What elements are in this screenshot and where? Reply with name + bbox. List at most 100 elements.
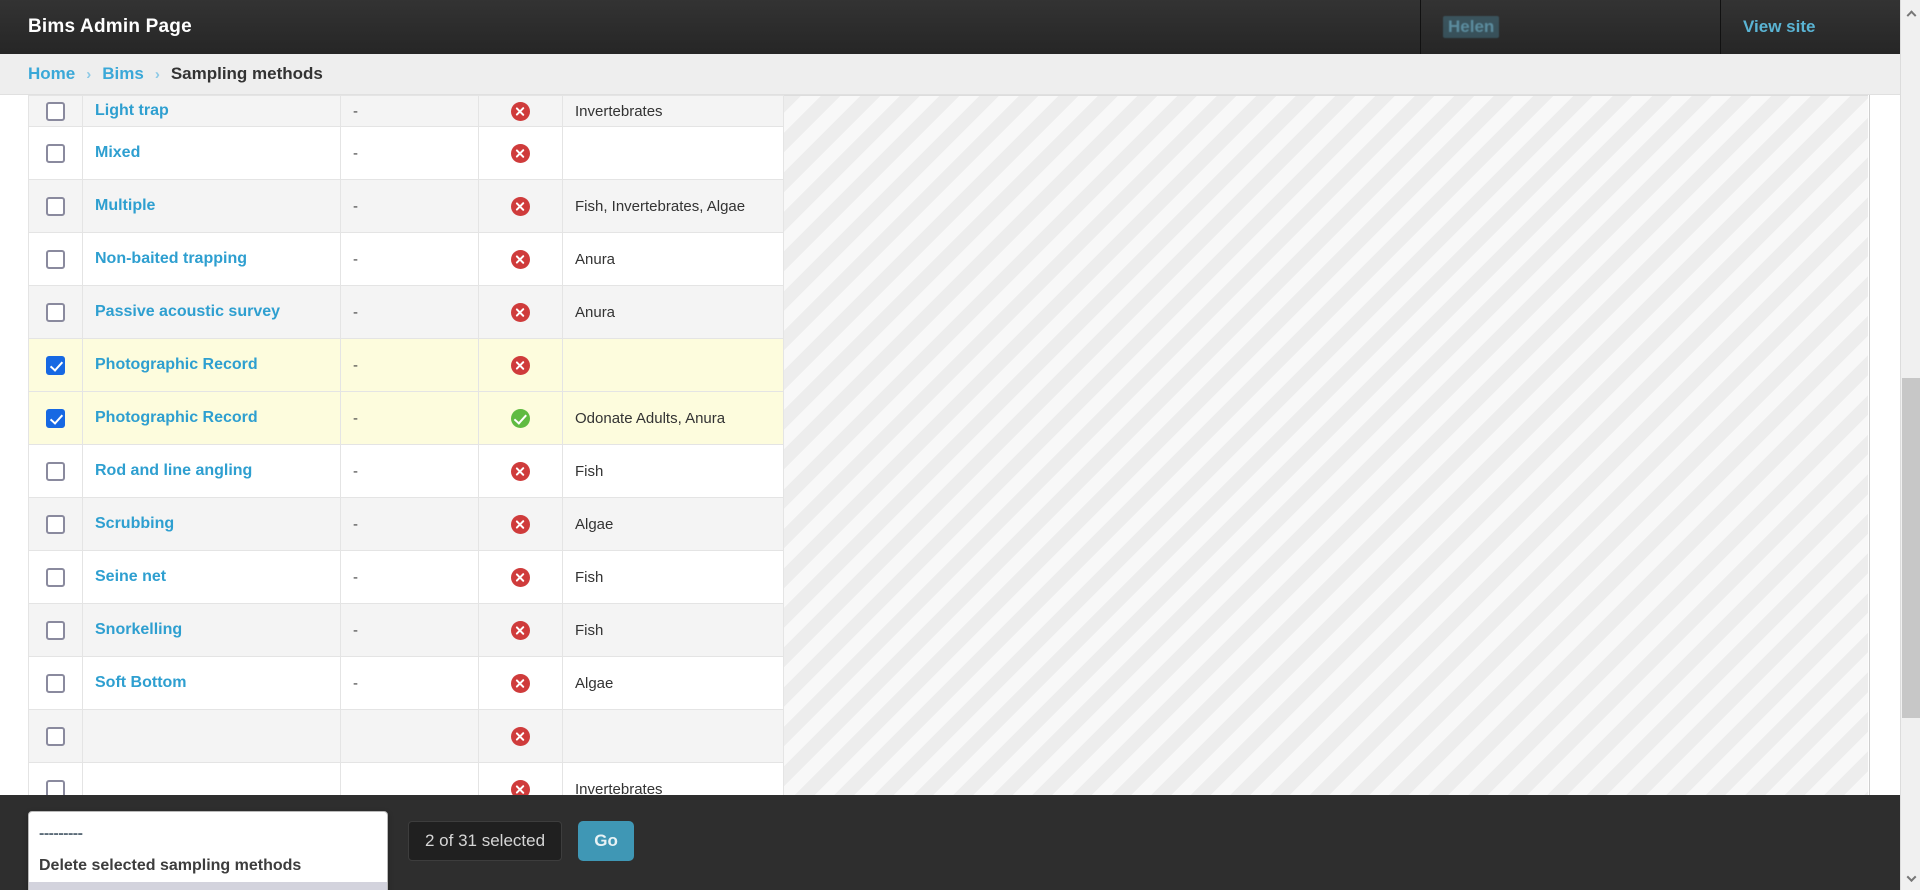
method-name-cell: Photographic Record (82, 391, 341, 445)
go-button[interactable]: Go (578, 821, 635, 861)
method-name-link[interactable]: Rod and line angling (95, 462, 252, 479)
row-select-cell (28, 444, 83, 498)
top-header-bar: Bims Admin Page Helen View site (0, 0, 1900, 54)
user-menu[interactable]: Helen (1420, 0, 1720, 54)
results-table-wrapper: Light trap - Invertebrates Mixed - Multiple - F… (28, 95, 784, 816)
row-checkbox[interactable] (46, 249, 65, 269)
method-dash-cell: - (340, 338, 479, 392)
table-row: Scrubbing - Algae (28, 497, 784, 551)
taxa-cell: Fish (562, 444, 784, 498)
row-checkbox[interactable] (46, 567, 65, 587)
action-dropdown-option[interactable]: --------- (29, 818, 387, 850)
method-name-link[interactable]: Seine net (95, 568, 166, 585)
chevron-right-icon: › (154, 65, 160, 83)
method-name-cell: Multiple (82, 179, 341, 233)
breadcrumb-bims[interactable]: Bims (102, 64, 144, 84)
method-name-cell: Passive acoustic survey (82, 285, 341, 339)
sampling-methods-table: Light trap - Invertebrates Mixed - Multiple - F… (28, 95, 784, 816)
method-name-cell: Light trap (82, 95, 341, 127)
method-name-link[interactable]: Non-baited trapping (95, 250, 247, 267)
row-checkbox[interactable] (46, 196, 65, 216)
main-content: Light trap - Invertebrates Mixed - Multiple - F… (0, 95, 1900, 890)
table-row (28, 709, 784, 763)
row-select-cell (28, 497, 83, 551)
method-name-link[interactable]: Snorkelling (95, 621, 182, 638)
method-dash-cell: - (340, 232, 479, 286)
table-row: Photographic Record - Odonate Adults, Anur… (28, 391, 784, 445)
scroll-up-arrow-icon[interactable] (1901, 2, 1920, 22)
method-dash-cell: - (340, 656, 479, 710)
row-select-cell (28, 95, 83, 127)
status-cell (478, 497, 563, 551)
row-checkbox[interactable] (46, 302, 65, 322)
striped-placeholder-area (783, 95, 1868, 890)
cross-circle-icon (511, 249, 530, 269)
table-row: Snorkelling - Fish (28, 603, 784, 657)
status-cell (478, 126, 563, 180)
status-cell (478, 95, 563, 127)
status-cell (478, 656, 563, 710)
table-row: Mixed - (28, 126, 784, 180)
method-dash-cell: - (340, 444, 479, 498)
row-select-cell (28, 232, 83, 286)
table-row: Rod and line angling - Fish (28, 444, 784, 498)
row-checkbox[interactable] (46, 726, 65, 746)
method-name-cell: Seine net (82, 550, 341, 604)
taxa-cell: Algae (562, 497, 784, 551)
status-cell (478, 391, 563, 445)
row-checkbox[interactable] (46, 620, 65, 640)
method-name-link[interactable]: Photographic Record (95, 356, 258, 373)
taxa-cell (562, 126, 784, 180)
method-dash-cell: - (340, 550, 479, 604)
method-name-link[interactable]: Scrubbing (95, 515, 174, 532)
row-checkbox-checked[interactable] (46, 355, 65, 375)
method-name-link[interactable]: Mixed (95, 144, 140, 161)
method-dash-cell: - (340, 179, 479, 233)
row-checkbox[interactable] (46, 673, 65, 693)
cross-circle-icon (511, 461, 530, 481)
status-cell (478, 232, 563, 286)
row-checkbox[interactable] (46, 514, 65, 534)
table-row: Passive acoustic survey - Anura (28, 285, 784, 339)
method-name-link[interactable]: Multiple (95, 197, 155, 214)
method-dash-cell (340, 709, 479, 763)
row-select-cell (28, 656, 83, 710)
cross-circle-icon (511, 673, 530, 693)
method-name-link[interactable]: Passive acoustic survey (95, 303, 280, 320)
method-dash-cell: - (340, 603, 479, 657)
method-name-link[interactable]: Light trap (95, 102, 169, 119)
status-cell (478, 444, 563, 498)
breadcrumb-home[interactable]: Home (28, 64, 75, 84)
check-circle-icon (511, 408, 530, 428)
taxa-cell: Anura (562, 285, 784, 339)
row-checkbox-checked[interactable] (46, 408, 65, 428)
table-row: Non-baited trapping - Anura (28, 232, 784, 286)
action-dropdown-list[interactable]: --------- Delete selected sampling method… (28, 811, 388, 890)
method-dash-cell: - (340, 497, 479, 551)
method-name-cell: Photographic Record (82, 338, 341, 392)
cross-circle-icon (511, 101, 530, 121)
row-select-cell (28, 709, 83, 763)
method-name-link[interactable]: Soft Bottom (95, 674, 187, 691)
view-site-link[interactable]: View site (1720, 0, 1900, 54)
row-select-cell (28, 550, 83, 604)
vertical-scrollbar[interactable] (1900, 0, 1920, 890)
row-checkbox[interactable] (46, 101, 65, 121)
status-cell (478, 550, 563, 604)
chevron-right-icon: › (86, 65, 92, 83)
row-checkbox[interactable] (46, 461, 65, 481)
row-select-cell (28, 179, 83, 233)
breadcrumb-current: Sampling methods (170, 64, 323, 83)
taxa-cell: Anura (562, 232, 784, 286)
method-dash-cell: - (340, 95, 479, 127)
taxa-cell: Odonate Adults, Anura (562, 391, 784, 445)
action-dropdown-option[interactable]: Merge sampling methods (29, 882, 387, 890)
results-table-body: Light trap - Invertebrates Mixed - Multiple - F… (28, 95, 784, 816)
cross-circle-icon (511, 355, 530, 375)
scrollbar-thumb[interactable] (1902, 378, 1920, 718)
scroll-down-arrow-icon[interactable] (1901, 868, 1920, 888)
action-dropdown-option[interactable]: Delete selected sampling methods (29, 850, 387, 882)
row-checkbox[interactable] (46, 143, 65, 163)
method-name-link[interactable]: Photographic Record (95, 409, 258, 426)
cross-circle-icon (511, 143, 530, 163)
